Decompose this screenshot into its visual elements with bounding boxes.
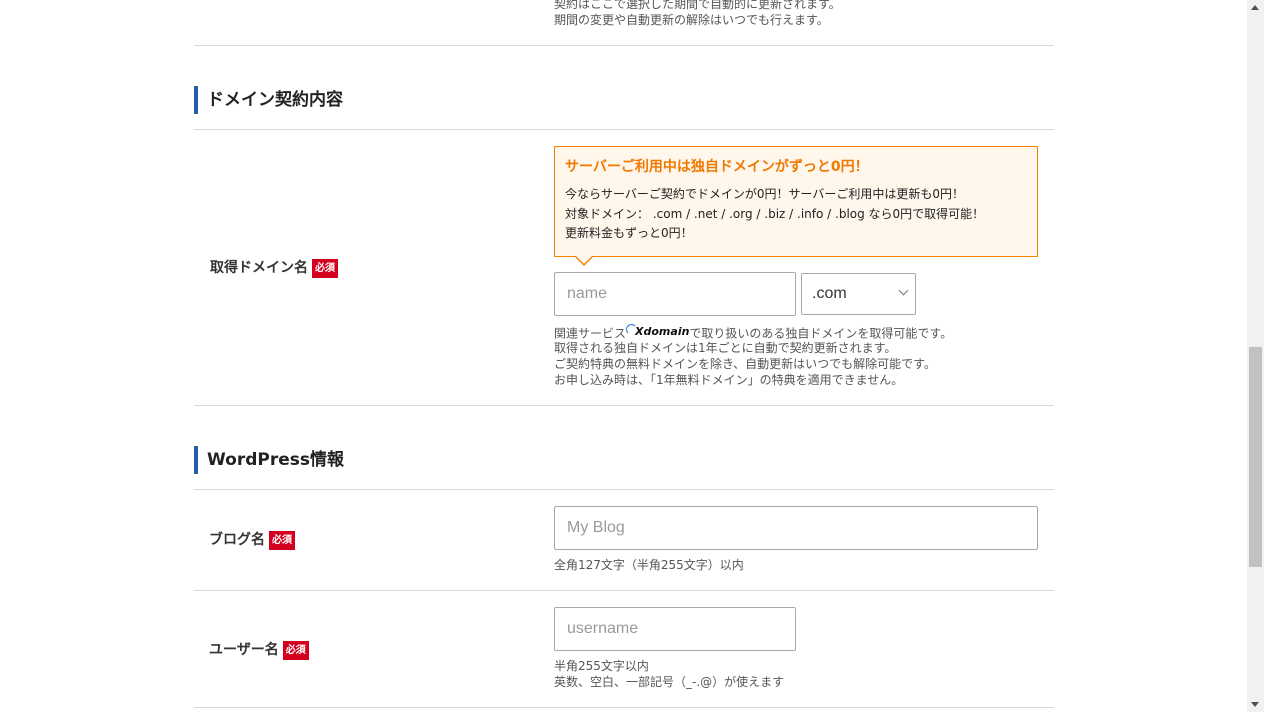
xdomain-logo: Xdomain xyxy=(626,323,690,340)
domain-promo-box: サーバーご利用中は独自ドメインがずっと0円！ 今ならサーバーご契約でドメインが0… xyxy=(554,146,1038,257)
scroll-up-arrow-icon[interactable] xyxy=(1251,5,1259,10)
promo-body: 今ならサーバーご契約でドメインが0円！サーバーご利用中は更新も0円！ 対象ドメイ… xyxy=(565,185,1027,244)
vertical-scrollbar[interactable] xyxy=(1247,0,1264,712)
promo-line-3: 更新料金もずっと0円！ xyxy=(565,226,693,240)
blog-name-note: 全角127文字（半角255文字）以内 xyxy=(554,558,744,572)
chevron-down-icon xyxy=(898,285,909,296)
divider xyxy=(194,590,1054,591)
required-badge: 必須 xyxy=(282,640,309,660)
divider xyxy=(194,45,1054,46)
domain-note-1-after: で取り扱いのある独自ドメインを取得可能です。 xyxy=(689,326,953,341)
domain-note-2: 取得される独自ドメインは1年ごとに自動で契約更新されます。 xyxy=(554,341,897,355)
username-label-text: ユーザー名 xyxy=(209,642,279,658)
domain-note-3: ご契約特典の無料ドメインを除き、自動更新はいつでも解除可能です。 xyxy=(554,357,936,371)
promo-pointer-fill xyxy=(575,255,593,264)
blog-name-label: ブログ名 必須 xyxy=(209,530,295,550)
promo-title: サーバーご利用中は独自ドメインがずっと0円！ xyxy=(565,159,869,175)
domain-name-label: 取得ドメイン名 必須 xyxy=(210,258,338,278)
xdomain-logo-text: Xdomain xyxy=(635,325,690,338)
divider xyxy=(194,129,1054,130)
scroll-down-arrow-icon[interactable] xyxy=(1251,702,1259,707)
domain-note-1-before: 関連サービス xyxy=(554,326,627,341)
username-input[interactable] xyxy=(554,607,796,651)
blog-name-input[interactable] xyxy=(554,506,1038,550)
domain-note-4: お申し込み時は、「1年無料ドメイン」の特典を適用できません。 xyxy=(554,373,904,387)
blog-name-label-text: ブログ名 xyxy=(209,532,265,548)
scrollbar-thumb[interactable] xyxy=(1249,347,1262,567)
divider xyxy=(194,405,1054,406)
section-title-wordpress: WordPress情報 xyxy=(194,446,344,474)
username-note-1: 半角255文字以内 xyxy=(554,659,649,673)
username-label: ユーザー名 必須 xyxy=(209,640,309,660)
divider xyxy=(194,489,1054,490)
domain-name-label-text: 取得ドメイン名 xyxy=(210,260,308,276)
contract-note-2: 期間の変更や自動更新の解除はいつでも行えます。 xyxy=(554,13,829,27)
required-badge: 必須 xyxy=(312,258,338,278)
xdomain-swoosh-icon xyxy=(626,323,638,335)
username-note-2: 英数、空白、一部記号（_-.@）が使えます xyxy=(554,675,785,689)
promo-line-1: 今ならサーバーご契約でドメインが0円！サーバーご利用中は更新も0円！ xyxy=(565,187,965,201)
required-badge: 必須 xyxy=(269,530,295,550)
section-title-domain: ドメイン契約内容 xyxy=(194,86,343,114)
tld-select[interactable]: .com xyxy=(801,273,916,315)
tld-select-value: .com xyxy=(812,285,847,302)
domain-note-1: 関連サービス Xdomain で取り扱いのある独自ドメインを取得可能です。 xyxy=(554,323,953,342)
contract-note-1: 契約はここで選択した期間で自動的に更新されます。 xyxy=(554,0,841,11)
promo-line-2: 対象ドメイン： .com / .net / .org / .biz / .inf… xyxy=(565,206,985,221)
divider xyxy=(194,707,1054,708)
domain-name-input[interactable] xyxy=(554,272,796,316)
